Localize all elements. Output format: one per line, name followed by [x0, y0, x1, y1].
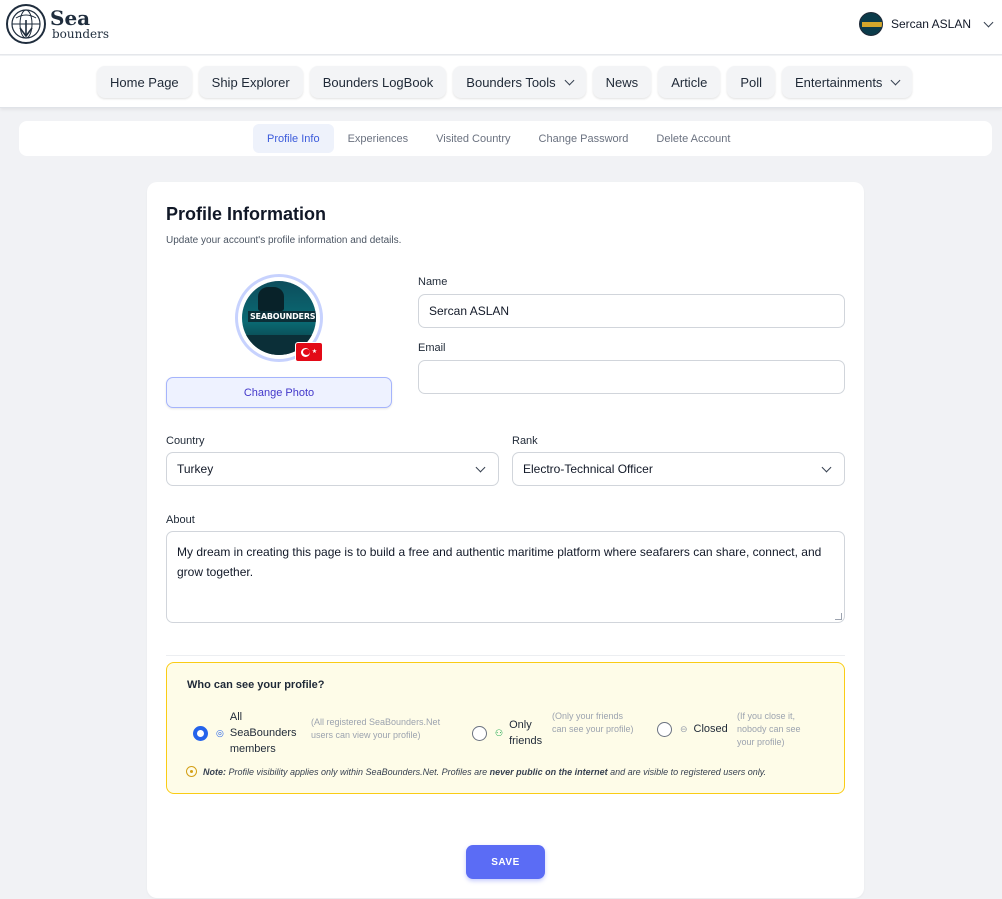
- page-title: Profile Information: [166, 204, 327, 224]
- nav-item-news[interactable]: News: [592, 66, 652, 98]
- user-name: Sercan ASLAN: [890, 17, 971, 31]
- name-label: Name: [418, 276, 448, 288]
- save-button[interactable]: SAVE: [466, 845, 545, 879]
- country-select[interactable]: Turkey: [166, 452, 499, 486]
- visibility-option-all-members[interactable]: ◎ All SeaBounders members: [193, 709, 303, 757]
- user-menu[interactable]: Sercan ASLAN: [858, 12, 994, 36]
- country-value: Turkey: [177, 462, 214, 476]
- page-subtitle: Update your account's profile informatio…: [166, 235, 402, 246]
- nav-item-ship-explorer[interactable]: Ship Explorer: [198, 66, 303, 98]
- globe-icon: ◎: [216, 727, 224, 738]
- visibility-title: Who can see your profile?: [187, 679, 325, 691]
- nav-item-label: Poll: [740, 74, 762, 90]
- tab-visited-country[interactable]: Visited Country: [422, 124, 524, 153]
- nav-item-label: Article: [671, 74, 708, 90]
- visibility-option-only-friends[interactable]: ⚇ Only friends: [472, 717, 552, 749]
- chevron-down-icon: [475, 462, 486, 472]
- option-label-all-members: All SeaBounders members: [229, 711, 297, 755]
- lock-icon: ⊖: [680, 723, 688, 734]
- main-nav-bar: Home Page Ship Explorer Bounders LogBook Bo…: [0, 56, 1002, 108]
- profile-avatar: SEABOUNDERS.NET ★: [235, 274, 323, 362]
- visibility-note: Note: Profile visibility applies only wi…: [186, 766, 766, 777]
- email-label: Email: [418, 342, 446, 354]
- nav-item-label: News: [605, 74, 639, 90]
- nav-item-bounders-logbook[interactable]: Bounders LogBook: [309, 66, 447, 98]
- user-avatar: [858, 12, 883, 36]
- profile-card: Profile Information Update your account'…: [147, 182, 864, 898]
- note-bold: never public on the internet: [489, 766, 608, 777]
- chevron-down-icon: [983, 17, 994, 27]
- chevron-down-icon: [821, 462, 832, 472]
- rank-select[interactable]: Electro-Technical Officer: [512, 452, 845, 486]
- nav-item-bounders-tools[interactable]: Bounders Tools: [453, 66, 586, 98]
- users-icon: ⚇: [495, 727, 504, 738]
- rank-value: Electro-Technical Officer: [523, 462, 653, 476]
- radio-all-members[interactable]: [193, 725, 208, 741]
- visibility-option-closed[interactable]: ⊖ Closed: [657, 721, 737, 737]
- name-input[interactable]: Sercan ASLAN: [418, 294, 845, 328]
- profile-tabs-bar: Profile Info Experiences Visited Country Ch…: [19, 121, 992, 156]
- profile-visibility-panel: Who can see your profile? ◎ All SeaBound…: [166, 662, 845, 794]
- about-value: My dream in creating this page is to bui…: [177, 545, 822, 579]
- country-label: Country: [166, 435, 205, 447]
- globe-anchor-icon: [6, 4, 46, 44]
- nav-item-entertainments[interactable]: Entertainments: [782, 66, 913, 98]
- divider: [166, 655, 845, 656]
- resize-handle-icon[interactable]: [835, 613, 842, 620]
- tab-change-password[interactable]: Change Password: [525, 124, 643, 153]
- option-label-only-friends: Only friends: [509, 719, 543, 747]
- profile-tabs: Profile Info Experiences Visited Country Ch…: [253, 124, 744, 153]
- option-hint-all-members: (All registered SeaBounders.Net users ca…: [311, 717, 441, 740]
- brand-line1: Sea: [50, 6, 91, 30]
- radio-only-friends[interactable]: [472, 725, 487, 741]
- option-hint-closed: (If you close it, nobody can see your pr…: [737, 711, 801, 747]
- chevron-down-icon: [890, 75, 901, 85]
- about-label: About: [166, 514, 195, 526]
- note-suffix: and are visible to registered users only…: [607, 766, 767, 777]
- brand-line2: bounders: [52, 27, 110, 41]
- nav-item-label: Bounders Tools: [466, 74, 556, 90]
- radio-closed[interactable]: [657, 721, 672, 737]
- note-text: Profile visibility applies only within S…: [226, 766, 490, 777]
- chevron-down-icon: [564, 75, 575, 85]
- avatar-logo-text: SEABOUNDERS.NET: [248, 311, 316, 322]
- main-nav: Home Page Ship Explorer Bounders LogBook Bo…: [97, 66, 913, 98]
- turkey-flag-icon: ★: [295, 342, 323, 362]
- top-bar: Sea bounders Sercan ASLAN: [0, 0, 1002, 55]
- tab-profile-info[interactable]: Profile Info: [253, 124, 334, 153]
- nav-item-label: Home Page: [110, 74, 179, 90]
- nav-item-article[interactable]: Article: [658, 66, 721, 98]
- nav-item-poll[interactable]: Poll: [727, 66, 775, 98]
- tab-delete-account[interactable]: Delete Account: [642, 124, 744, 153]
- option-label-closed: Closed: [693, 723, 728, 735]
- about-textarea[interactable]: My dream in creating this page is to bui…: [166, 531, 845, 623]
- nav-item-label: Ship Explorer: [211, 74, 290, 90]
- tab-experiences[interactable]: Experiences: [334, 124, 423, 153]
- rank-label: Rank: [512, 435, 538, 447]
- logo[interactable]: Sea bounders: [6, 4, 109, 44]
- info-icon: [186, 766, 197, 777]
- nav-item-label: Entertainments: [795, 74, 883, 90]
- note-prefix: Note:: [203, 766, 226, 777]
- nav-item-home-page[interactable]: Home Page: [97, 66, 192, 98]
- nav-item-label: Bounders LogBook: [322, 74, 434, 90]
- email-input[interactable]: [418, 360, 845, 394]
- option-hint-only-friends: (Only your friends can see your profile): [552, 711, 634, 734]
- change-photo-button[interactable]: Change Photo: [166, 377, 392, 408]
